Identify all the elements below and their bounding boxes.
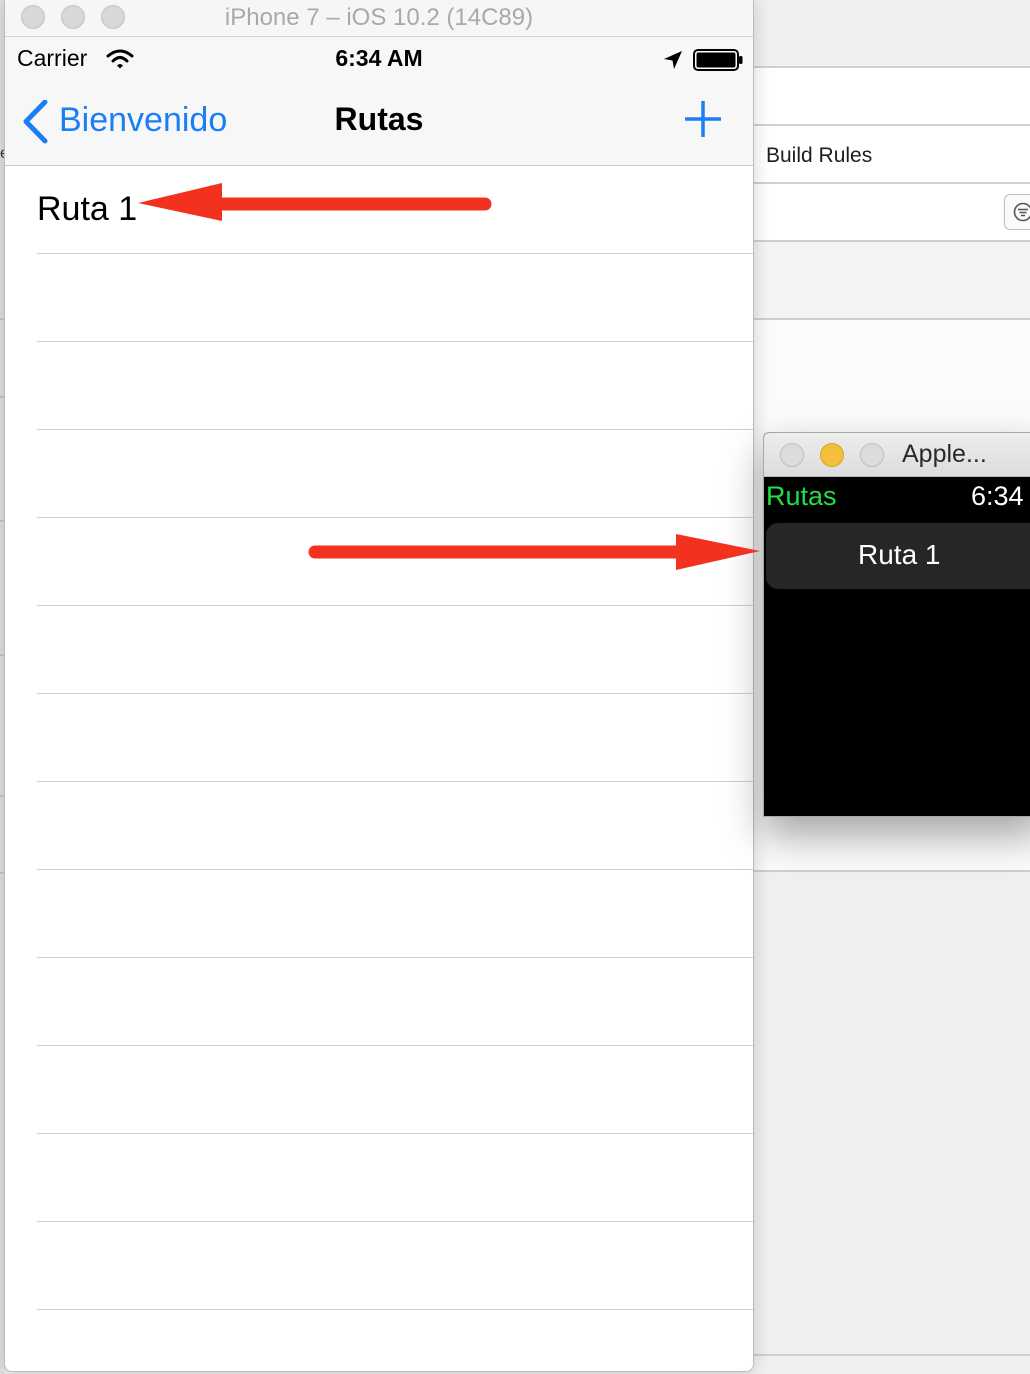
simulator-window-title: iPhone 7 – iOS 10.2 (14C89) xyxy=(224,4,534,31)
location-arrow-icon xyxy=(664,51,682,69)
filter-button[interactable] xyxy=(1004,194,1030,230)
tab-build-rules[interactable]: Build Rules xyxy=(750,126,1030,184)
background-row xyxy=(750,242,1030,320)
watch-list-item-label: Ruta 1 xyxy=(858,539,941,570)
status-time: 6:34 AM xyxy=(335,45,423,71)
table-row[interactable] xyxy=(5,958,753,1046)
table-row[interactable] xyxy=(5,430,753,518)
table-row[interactable] xyxy=(5,1134,753,1222)
add-button[interactable] xyxy=(683,99,723,139)
table-row[interactable] xyxy=(5,254,753,342)
table-row[interactable] xyxy=(5,606,753,694)
table-row-label: Ruta 1 xyxy=(37,190,138,228)
background-toolbar xyxy=(750,0,1030,68)
table-row[interactable] xyxy=(5,1310,753,1371)
background-divider xyxy=(750,1354,1030,1356)
table-row[interactable]: Ruta 1 xyxy=(5,166,753,254)
watch-zoom-button[interactable] xyxy=(860,443,884,467)
watch-titlebar[interactable]: Apple... xyxy=(764,433,1030,477)
watch-time: 6:34 xyxy=(971,481,1024,511)
watch-window-title: Apple... xyxy=(902,440,987,468)
table-row[interactable] xyxy=(5,518,753,606)
table-row[interactable] xyxy=(5,1046,753,1134)
build-rules-label: Build Rules xyxy=(766,144,873,167)
watch-close-button[interactable] xyxy=(780,443,804,467)
ios-status-bar: Carrier 6:34 AM xyxy=(5,37,753,81)
background-filter-row xyxy=(750,184,1030,242)
watch-minimize-button[interactable] xyxy=(820,443,844,467)
navigation-title: Rutas xyxy=(334,101,424,137)
watch-app-title: Rutas xyxy=(766,481,837,511)
iphone-simulator-window: iPhone 7 – iOS 10.2 (14C89) Carrier 6:34… xyxy=(4,0,754,1372)
ios-navigation-bar: Bienvenido Rutas xyxy=(5,81,753,166)
routes-table: Ruta 1 xyxy=(5,166,753,1371)
battery-icon xyxy=(693,49,743,71)
table-row[interactable] xyxy=(5,870,753,958)
table-row[interactable] xyxy=(5,1222,753,1310)
table-row[interactable] xyxy=(5,342,753,430)
table-row[interactable] xyxy=(5,694,753,782)
watch-list-item[interactable]: Ruta 1 xyxy=(766,523,1030,589)
apple-watch-simulator-window: Apple... Rutas 6:34 Ruta 1 xyxy=(763,432,1030,817)
table-row[interactable] xyxy=(5,782,753,870)
simulator-titlebar[interactable]: iPhone 7 – iOS 10.2 (14C89) xyxy=(5,0,753,37)
filter-icon xyxy=(1013,202,1030,222)
background-row xyxy=(750,68,1030,126)
